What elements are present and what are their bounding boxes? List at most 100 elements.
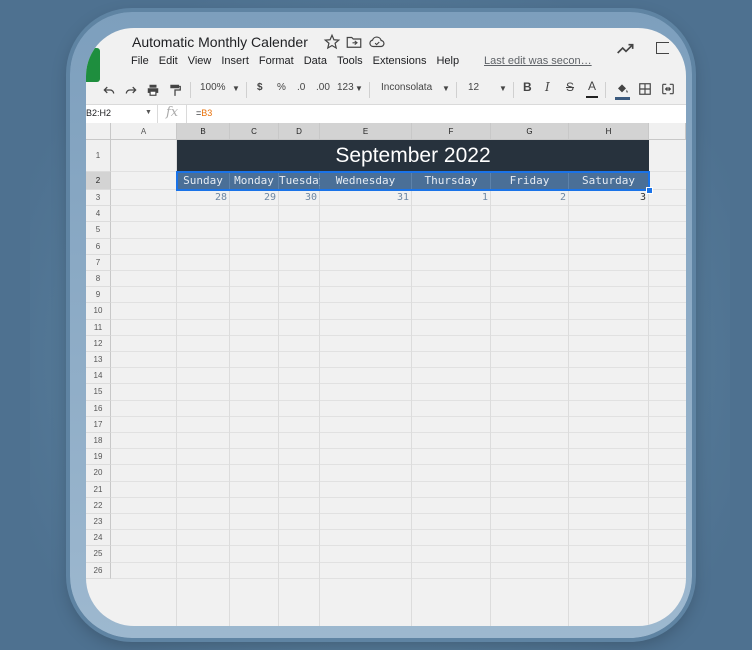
borders-icon[interactable] <box>638 82 652 96</box>
row-header-19[interactable]: 19 <box>86 449 111 466</box>
last-edit-link[interactable]: Last edit was secon… <box>484 55 592 67</box>
chevron-down-icon[interactable]: ▼ <box>232 84 240 93</box>
italic-button[interactable]: I <box>545 80 550 94</box>
menu-extensions[interactable]: Extensions <box>373 55 427 67</box>
name-box[interactable]: B2:H2 <box>86 108 111 118</box>
zoom-select[interactable]: 100% <box>200 82 226 93</box>
day-header-saturday[interactable]: Saturday <box>569 172 649 190</box>
date-cell[interactable]: 3 <box>569 190 649 206</box>
row-header-4[interactable]: 4 <box>86 206 111 223</box>
menu-format[interactable]: Format <box>259 55 294 67</box>
column-header-g[interactable]: G <box>491 123 569 140</box>
day-header-wednesday[interactable]: Wednesday <box>320 172 412 190</box>
increase-decimal-button[interactable]: .00 <box>316 82 330 93</box>
day-header-thursday[interactable]: Thursday <box>412 172 491 190</box>
row-header-16[interactable]: 16 <box>86 400 111 417</box>
row-gridline <box>111 351 686 352</box>
row-header-24[interactable]: 24 <box>86 530 111 547</box>
more-formats-button[interactable]: 123 <box>337 82 354 93</box>
row-header-15[interactable]: 15 <box>86 384 111 401</box>
menu-insert[interactable]: Insert <box>221 55 249 67</box>
date-cell[interactable]: 28 <box>177 190 230 206</box>
row-header-14[interactable]: 14 <box>86 368 111 385</box>
row-header-17[interactable]: 17 <box>86 416 111 433</box>
chevron-down-icon[interactable]: ▼ <box>145 109 152 116</box>
column-header-d[interactable]: D <box>279 123 320 140</box>
undo-icon[interactable] <box>102 83 116 97</box>
row-header-22[interactable]: 22 <box>86 497 111 514</box>
date-cell[interactable]: 30 <box>279 190 320 206</box>
row-header-21[interactable]: 21 <box>86 481 111 498</box>
text-color-button[interactable]: A <box>588 79 596 93</box>
chevron-down-icon[interactable]: ▼ <box>442 84 450 93</box>
row-gridline <box>111 448 686 450</box>
strikethrough-button[interactable]: S <box>566 80 574 94</box>
activity-trend-icon[interactable] <box>616 40 636 56</box>
menu-help[interactable]: Help <box>436 55 459 67</box>
row-header-25[interactable]: 25 <box>86 546 111 563</box>
paint-format-icon[interactable] <box>168 83 182 97</box>
row-header-1[interactable]: 1 <box>86 140 111 172</box>
comments-icon[interactable] <box>656 42 669 54</box>
row-header-6[interactable]: 6 <box>86 238 111 255</box>
menu-tools[interactable]: Tools <box>337 55 363 67</box>
toolbar-divider <box>246 82 247 98</box>
column-header-e[interactable]: E <box>320 123 412 140</box>
date-cell[interactable]: 31 <box>320 190 412 206</box>
row-header-10[interactable]: 10 <box>86 303 111 320</box>
cloud-saved-icon[interactable] <box>368 33 386 51</box>
row-header-2[interactable]: 2 <box>86 172 111 190</box>
merge-cells-icon[interactable] <box>661 82 675 96</box>
decrease-decimal-button[interactable]: .0 <box>297 82 305 93</box>
row-header-20[interactable]: 20 <box>86 465 111 482</box>
row-header-9[interactable]: 9 <box>86 287 111 304</box>
day-header-monday[interactable]: Monday <box>230 172 279 190</box>
formula-bar: B2:H2 ▼ fx =B3 <box>86 104 686 124</box>
date-cell[interactable]: 2 <box>491 190 569 206</box>
row-header-23[interactable]: 23 <box>86 514 111 531</box>
column-header-h[interactable]: H <box>569 123 649 140</box>
row-header-3[interactable]: 3 <box>86 190 111 207</box>
date-cell[interactable]: 1 <box>412 190 491 206</box>
row-header-13[interactable]: 13 <box>86 352 111 369</box>
row-header-12[interactable]: 12 <box>86 335 111 352</box>
select-all-corner[interactable] <box>86 123 111 140</box>
month-title-cell[interactable]: September 2022 <box>177 140 649 172</box>
document-title[interactable]: Automatic Monthly Calender <box>132 34 308 50</box>
menu-data[interactable]: Data <box>304 55 327 67</box>
menu-file[interactable]: File <box>131 55 149 67</box>
fill-color-icon[interactable] <box>614 81 630 97</box>
percent-format-button[interactable]: % <box>277 82 286 93</box>
day-header-tuesday[interactable]: Tuesday <box>279 172 325 190</box>
bold-button[interactable]: B <box>523 80 532 94</box>
column-gridline <box>490 140 491 626</box>
print-icon[interactable] <box>146 83 160 97</box>
row-header-11[interactable]: 11 <box>86 319 111 336</box>
column-header-c[interactable]: C <box>230 123 279 140</box>
menu-view[interactable]: View <box>188 55 212 67</box>
day-header-friday[interactable]: Friday <box>491 172 569 190</box>
column-header-f[interactable]: F <box>412 123 491 140</box>
chevron-down-icon[interactable]: ▼ <box>499 84 507 93</box>
row-header-7[interactable]: 7 <box>86 254 111 271</box>
formula-divider <box>157 105 158 123</box>
row-header-8[interactable]: 8 <box>86 271 111 288</box>
move-folder-icon[interactable] <box>345 33 363 51</box>
menu-edit[interactable]: Edit <box>159 55 178 67</box>
currency-format-button[interactable]: $ <box>257 82 263 93</box>
star-icon[interactable] <box>323 33 341 51</box>
chevron-down-icon[interactable]: ▼ <box>355 84 363 93</box>
row-header-18[interactable]: 18 <box>86 433 111 450</box>
font-size-select[interactable]: 12 <box>468 82 479 93</box>
sheets-logo-icon[interactable] <box>86 48 100 82</box>
row-gridline <box>111 432 686 433</box>
redo-icon[interactable] <box>124 83 138 97</box>
day-header-sunday[interactable]: Sunday <box>177 172 230 190</box>
date-cell[interactable]: 29 <box>230 190 279 206</box>
formula-input[interactable]: =B3 <box>196 108 212 118</box>
row-header-26[interactable]: 26 <box>86 562 111 579</box>
font-select[interactable]: Inconsolata <box>381 82 432 93</box>
row-header-5[interactable]: 5 <box>86 222 111 239</box>
column-header-b[interactable]: B <box>177 123 230 140</box>
column-header-a[interactable]: A <box>111 123 177 140</box>
